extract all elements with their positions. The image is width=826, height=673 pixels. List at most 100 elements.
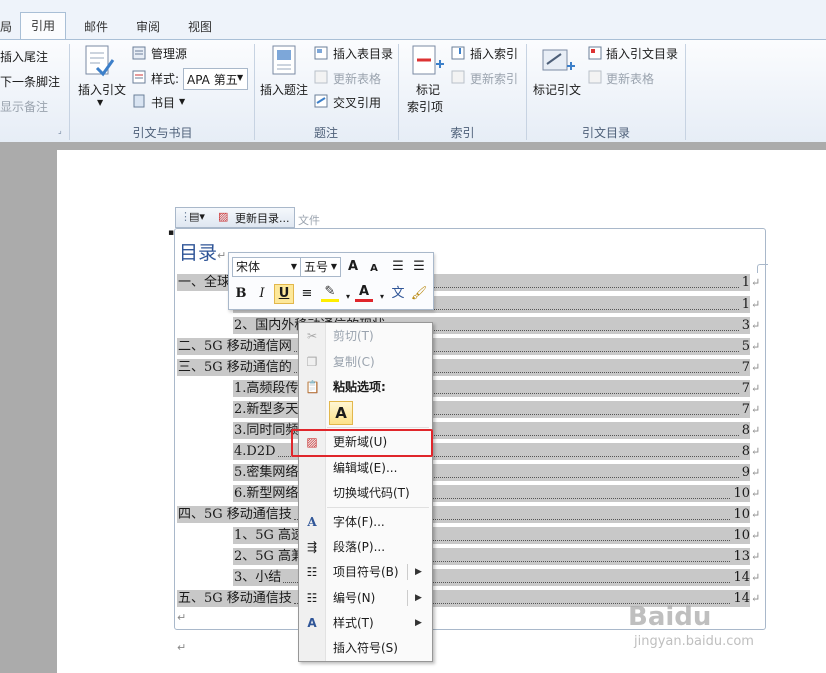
chevron-down-icon[interactable]: ▼ bbox=[331, 258, 337, 276]
grow-font-button[interactable]: A bbox=[344, 258, 362, 276]
toc-entry-text: 5.密集网络 bbox=[234, 465, 299, 480]
font-color-button[interactable]: A bbox=[355, 285, 373, 302]
insert-citation-icon bbox=[85, 45, 115, 77]
menu-item-numbering[interactable]: 编号(N) bbox=[333, 588, 375, 608]
toc-page-number: 1 bbox=[741, 275, 750, 290]
toc-entry-text: 4.D2D bbox=[234, 444, 276, 459]
chevron-down-icon[interactable]: ▼ bbox=[237, 73, 243, 82]
menu-item-toggle-field-codes[interactable]: 切换域代码(T) bbox=[333, 483, 410, 503]
paste-icon: 📋 bbox=[305, 380, 320, 394]
chevron-down-icon[interactable]: ▼ bbox=[179, 97, 185, 106]
mark-entry-button-line1[interactable]: 标记 bbox=[416, 81, 440, 98]
center-align-icon[interactable]: ≡ bbox=[298, 285, 316, 303]
toc-entry-text: 三、5G 移动通信的 bbox=[178, 360, 292, 375]
menu-item-copy[interactable]: 复制(C) bbox=[333, 352, 375, 372]
paragraph-mark: ↵ bbox=[751, 361, 761, 374]
paragraph-mark: ↵ bbox=[751, 445, 761, 458]
insert-index-button[interactable]: 插入索引 bbox=[470, 45, 518, 62]
toc-entry[interactable]: 二、5G 移动通信网 5 ↵ bbox=[177, 338, 764, 355]
numbering-icon: ☷ bbox=[306, 591, 318, 605]
paragraph-mark: ↵ bbox=[751, 508, 761, 521]
style-icon bbox=[132, 70, 146, 84]
toc-page-number: 5 bbox=[741, 339, 750, 354]
tab-view[interactable]: 视图 bbox=[188, 16, 212, 38]
paragraph-mark: ↵ bbox=[751, 403, 761, 416]
toc-page-number: 14 bbox=[733, 591, 750, 606]
submenu-arrow-icon: ▶ bbox=[415, 593, 422, 603]
menu-item-edit-field[interactable]: 编辑域(E)... bbox=[333, 458, 397, 478]
tab-mailings[interactable]: 邮件 bbox=[84, 16, 108, 38]
toc-page-number: 9 bbox=[741, 465, 750, 480]
ribbon-tab-bar: 局 引用 邮件 审阅 视图 bbox=[0, 0, 826, 41]
insert-endnote-button[interactable]: 插入尾注 bbox=[0, 48, 48, 65]
insert-citation-button[interactable]: 插入引文 bbox=[78, 81, 126, 98]
toc-page-number: 8 bbox=[741, 444, 750, 459]
cut-icon: ✂ bbox=[306, 329, 318, 343]
update-table-button[interactable]: 更新表格 bbox=[333, 70, 381, 87]
tab-layout-partial[interactable]: 局 bbox=[0, 16, 12, 38]
menu-item-paragraph[interactable]: 段落(P)... bbox=[333, 537, 385, 557]
ribbon-references: 插入尾注 下一条脚注 显示备注 ⌟ 插入引文 ▼ 管理源 样式: APA 第五 … bbox=[0, 39, 826, 144]
citation-style-select[interactable]: APA 第五 ▼ bbox=[183, 68, 248, 90]
phonetic-guide-button[interactable]: 文 bbox=[389, 285, 407, 303]
toc-entry-text: 四、5G 移动通信技 bbox=[178, 507, 292, 522]
tab-review[interactable]: 审阅 bbox=[136, 16, 160, 38]
toc-entry-text: 二、5G 移动通信网 bbox=[178, 339, 292, 354]
font-size-select[interactable]: 五号 ▼ bbox=[300, 257, 341, 277]
toc-menu-icon[interactable]: ▤▾ bbox=[189, 210, 205, 223]
toc-entry-text: 6.新型网络 bbox=[234, 486, 299, 501]
font-name-select[interactable]: 宋体 ▼ bbox=[232, 257, 301, 277]
paragraph-mark: ↵ bbox=[751, 466, 761, 479]
increase-indent-icon[interactable]: ☰ bbox=[410, 258, 428, 276]
submenu-arrow-icon: ▶ bbox=[415, 618, 422, 628]
highlight-icon[interactable]: ✎ bbox=[321, 285, 339, 302]
insert-caption-icon bbox=[272, 45, 296, 75]
paragraph-mark: ↵ bbox=[751, 487, 761, 500]
menu-item-bullets[interactable]: 项目符号(B) bbox=[333, 562, 399, 582]
update-toc-icon: ▨ bbox=[218, 210, 229, 223]
menu-item-font[interactable]: 字体(F)... bbox=[333, 512, 385, 532]
toc-page-number: 3 bbox=[741, 318, 750, 333]
insert-toa-button[interactable]: 插入引文目录 bbox=[606, 45, 678, 62]
menu-header-paste-options: 粘贴选项: bbox=[333, 380, 386, 394]
group-label-citations: 引文与书目 bbox=[132, 126, 193, 140]
insert-toa-icon bbox=[588, 46, 602, 60]
group-label-toa: 引文目录 bbox=[581, 126, 630, 140]
bold-button[interactable]: B bbox=[232, 285, 250, 303]
update-toc-button[interactable]: 更新目录... bbox=[235, 210, 290, 226]
toc-entry[interactable]: 四、5G 移动通信技 10 ↵ bbox=[177, 506, 764, 523]
update-toa-button[interactable]: 更新表格 bbox=[606, 70, 654, 87]
decrease-indent-icon[interactable]: ☰ bbox=[389, 258, 407, 276]
chevron-down-icon[interactable]: ▼ bbox=[97, 98, 103, 107]
menu-item-styles[interactable]: 样式(T) bbox=[333, 613, 374, 633]
dialog-launcher-icon[interactable]: ⌟ bbox=[58, 126, 62, 135]
cross-reference-icon bbox=[314, 94, 328, 108]
cross-reference-button[interactable]: 交叉引用 bbox=[333, 94, 381, 111]
format-painter-icon[interactable]: 🖌 bbox=[410, 285, 428, 303]
toc-leader-dots bbox=[387, 317, 739, 331]
show-notes-button[interactable]: 显示备注 bbox=[0, 98, 48, 115]
toc-entry[interactable]: 三、5G 移动通信的 7 ↵ bbox=[177, 359, 764, 376]
toc-entry-text: 2.新型多天 bbox=[234, 402, 299, 417]
bibliography-button[interactable]: 书目 bbox=[151, 94, 175, 111]
paste-keep-text-only-button[interactable]: A bbox=[329, 401, 353, 425]
insert-table-of-figures-button[interactable]: 插入表目录 bbox=[333, 45, 393, 62]
menu-item-cut[interactable]: 剪切(T) bbox=[333, 326, 374, 346]
shrink-font-button[interactable]: A bbox=[365, 260, 383, 278]
italic-button[interactable]: I bbox=[253, 285, 271, 303]
insert-caption-button[interactable]: 插入题注 bbox=[260, 81, 308, 98]
toc-page-number: 10 bbox=[733, 486, 750, 501]
font-icon: A bbox=[307, 515, 317, 529]
mark-entry-button-line2[interactable]: 索引项 bbox=[407, 98, 443, 115]
mark-citation-button[interactable]: 标记引文 bbox=[533, 81, 581, 98]
tab-references[interactable]: 引用 bbox=[20, 12, 67, 41]
toc-content-control-toolbar: ⋮ ▤▾ ▨ 更新目录... bbox=[175, 207, 295, 228]
menu-item-insert-symbol[interactable]: 插入符号(S) bbox=[333, 638, 398, 658]
manage-sources-button[interactable]: 管理源 bbox=[151, 45, 187, 62]
paragraph-mark: ↵ bbox=[751, 529, 761, 542]
update-index-button[interactable]: 更新索引 bbox=[470, 70, 518, 87]
next-footnote-button[interactable]: 下一条脚注 bbox=[0, 73, 60, 90]
copy-icon: ❐ bbox=[306, 355, 318, 369]
underline-button[interactable]: U bbox=[274, 284, 294, 304]
chevron-down-icon[interactable]: ▼ bbox=[291, 258, 297, 276]
